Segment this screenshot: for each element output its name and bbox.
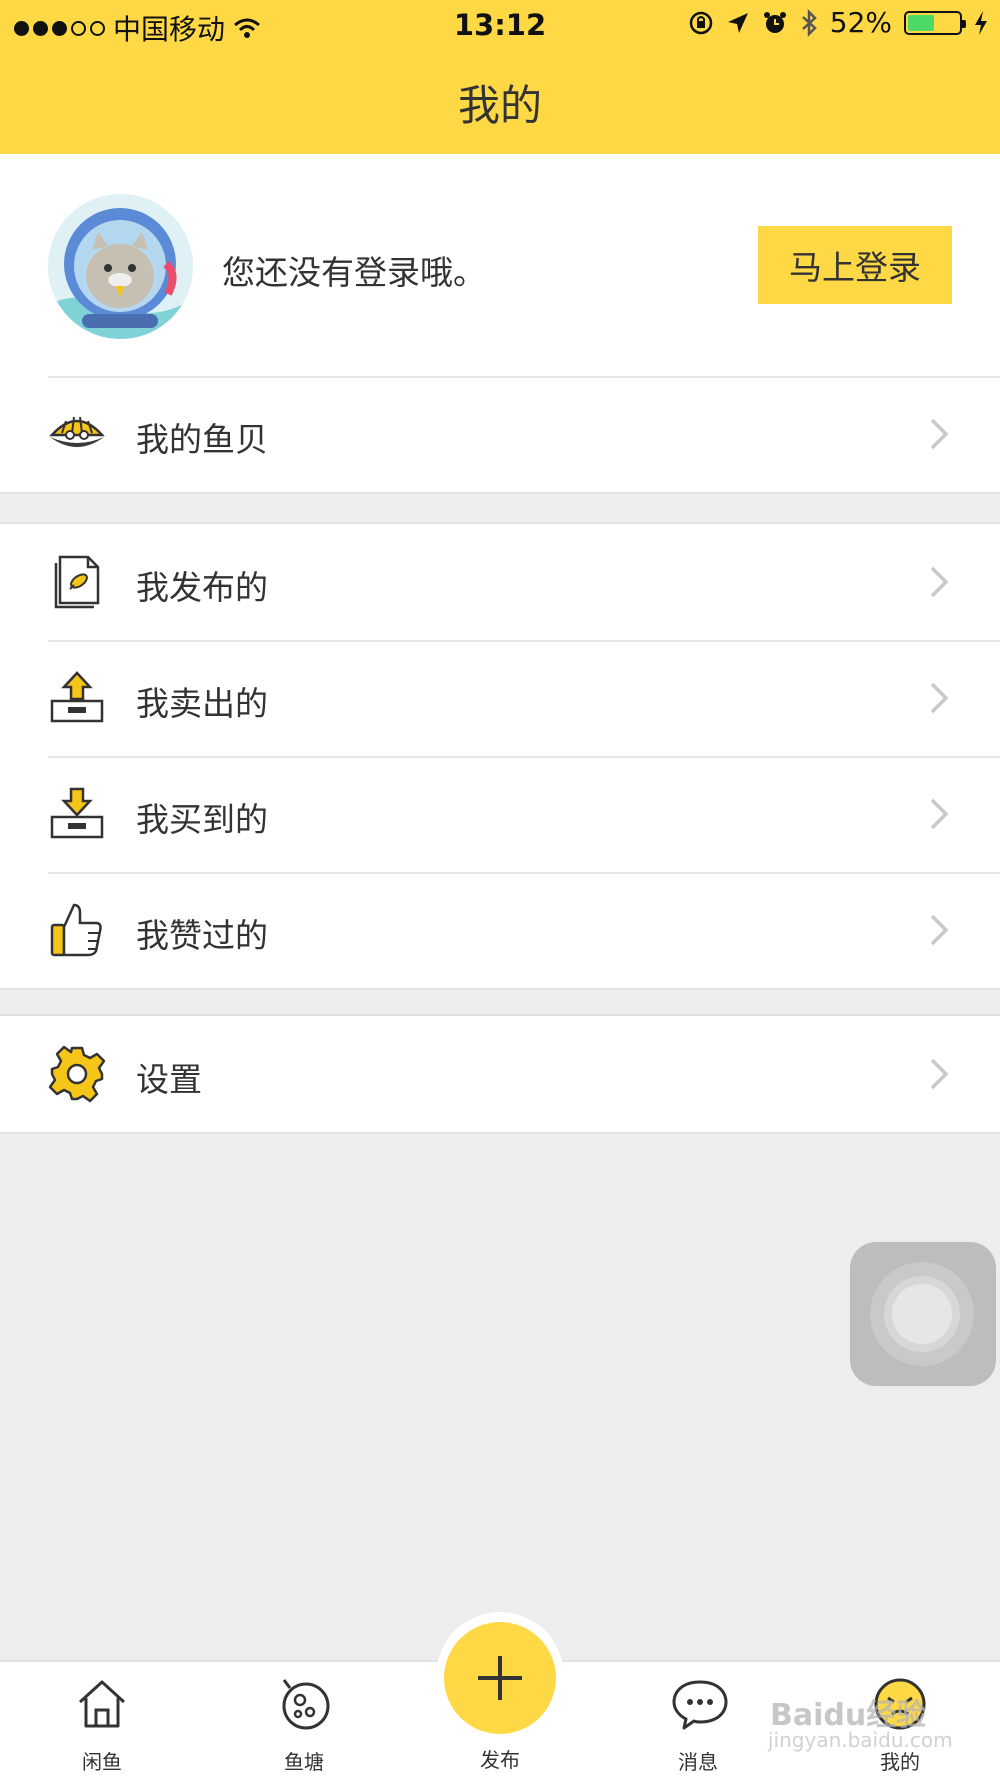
- assistive-touch-button[interactable]: [850, 1242, 996, 1386]
- login-prompt: 您还没有登录哦。: [222, 253, 486, 292]
- status-bar: 中国移动 13:12 52%: [0, 0, 1000, 50]
- tab-label: 闲鱼: [82, 1750, 122, 1774]
- chevron-right-icon: [930, 1058, 949, 1090]
- menu-item-label: 设置: [136, 1060, 202, 1099]
- charging-bolt-icon: [975, 10, 987, 35]
- menu-item-liked[interactable]: 我赞过的: [0, 872, 1000, 988]
- menu-item-settings[interactable]: 设置: [0, 1016, 1000, 1132]
- login-button[interactable]: 马上登录: [758, 226, 952, 304]
- menu-item-label: 我卖出的: [136, 684, 268, 723]
- menu-item-label: 我赞过的: [136, 916, 268, 955]
- orientation-lock-icon: [689, 11, 713, 34]
- my-items-section: 我发布的 我卖出的 我买到的 我赞过的: [0, 522, 1000, 990]
- chevron-right-icon: [930, 682, 949, 714]
- tab-pond[interactable]: 鱼塘: [244, 1662, 364, 1778]
- chevron-right-icon: [930, 566, 949, 598]
- clam-shell-icon: [49, 416, 105, 447]
- tab-label: 消息: [678, 1750, 718, 1774]
- profile-card: 您还没有登录哦。 马上登录: [0, 154, 1000, 376]
- publish-button[interactable]: [444, 1622, 556, 1734]
- menu-item-label: 我发布的: [136, 568, 268, 607]
- chevron-right-icon: [930, 418, 949, 450]
- menu-item-bought[interactable]: 我买到的: [0, 756, 1000, 872]
- upload-tray-icon: [50, 671, 104, 723]
- document-icon: [54, 555, 100, 609]
- page-title: 我的: [457, 81, 542, 130]
- status-right: 52%: [688, 6, 988, 39]
- menu-item-sold[interactable]: 我卖出的: [0, 640, 1000, 756]
- chevron-right-icon: [930, 914, 949, 946]
- menu-item-label: 我的鱼贝: [136, 420, 268, 459]
- battery-percent: 52%: [829, 6, 892, 39]
- tab-messages[interactable]: 消息: [638, 1662, 758, 1778]
- bluetooth-icon: [801, 8, 817, 37]
- header-bar: 中国移动 13:12 52% 我的: [0, 0, 1000, 154]
- seal-mascot-icon: [48, 194, 193, 339]
- settings-section: 设置: [0, 1014, 1000, 1134]
- tab-label: 鱼塘: [284, 1750, 324, 1774]
- fish-shell-section: 我的鱼贝: [0, 376, 1000, 494]
- alarm-icon: [763, 11, 786, 33]
- battery-icon: [904, 10, 966, 35]
- thumbs-up-icon: [50, 903, 102, 957]
- gear-icon: [48, 1045, 106, 1103]
- pond-icon: [282, 1679, 330, 1730]
- menu-item-fish-shell[interactable]: 我的鱼贝: [0, 376, 1000, 492]
- plus-icon: [478, 1656, 522, 1700]
- watermark-url: jingyan.baidu.com: [768, 1728, 953, 1752]
- menu-item-published[interactable]: 我发布的: [0, 524, 1000, 640]
- chevron-right-icon: [930, 798, 949, 830]
- avatar[interactable]: [48, 194, 193, 339]
- tab-home[interactable]: 闲鱼: [42, 1662, 162, 1778]
- chat-bubble-icon: [672, 1680, 728, 1730]
- location-arrow-icon: [727, 12, 748, 33]
- publish-label: 发布: [480, 1748, 520, 1772]
- home-icon: [78, 1680, 126, 1728]
- menu-item-label: 我买到的: [136, 800, 268, 839]
- download-tray-icon: [50, 787, 104, 839]
